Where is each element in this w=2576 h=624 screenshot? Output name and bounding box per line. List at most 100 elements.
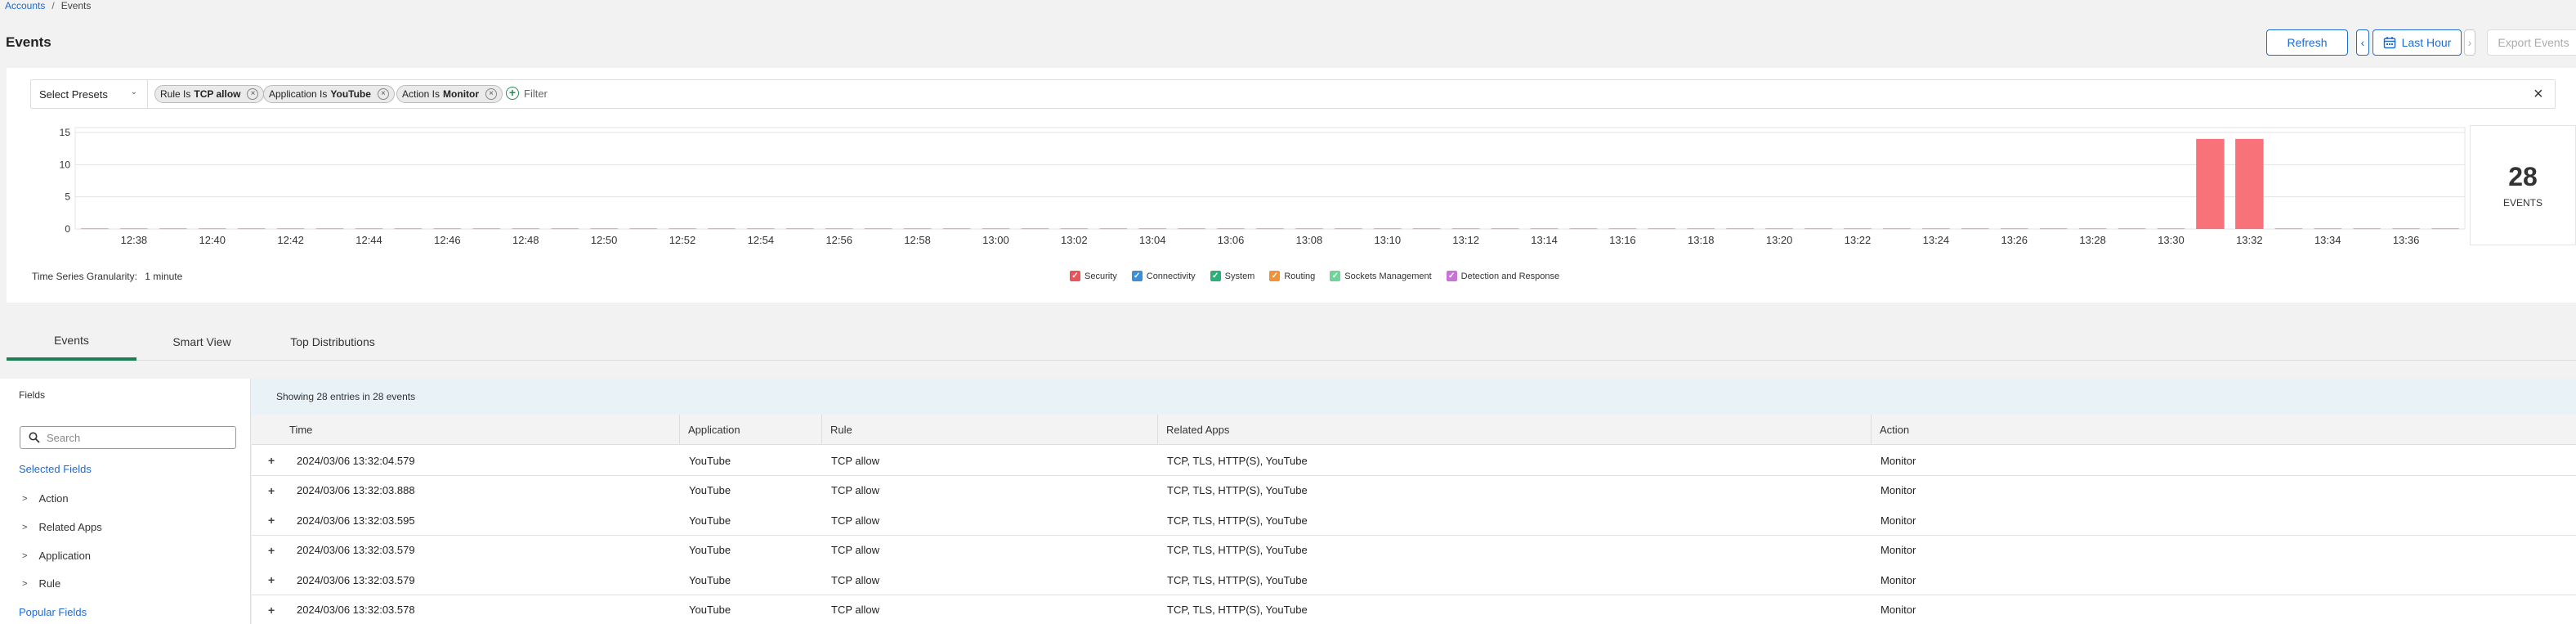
preset-select[interactable]: Select Presets ⌄ (31, 80, 148, 108)
empty-bar (198, 228, 226, 230)
cell-action: Monitor (1881, 514, 1916, 527)
legend-item[interactable]: ✓ System (1210, 271, 1254, 281)
x-tick-label: 13:16 (1609, 234, 1636, 246)
legend-checkbox-icon[interactable]: ✓ (1269, 271, 1281, 281)
expand-row-icon[interactable]: + (268, 536, 275, 565)
bar-1332[interactable] (2235, 138, 2264, 229)
empty-bar (1844, 228, 1872, 230)
empty-bar (1883, 228, 1911, 230)
empty-bar (433, 228, 462, 230)
empty-bar (1451, 228, 1480, 230)
x-tick-label: 13:14 (1531, 234, 1558, 246)
column-header-time[interactable]: Time (281, 415, 312, 445)
field-item-label: Related Apps (38, 521, 102, 533)
empty-bar (1922, 228, 1950, 230)
x-tick-label: 13:36 (2393, 234, 2420, 246)
expand-row-icon[interactable]: + (268, 446, 275, 475)
empty-bar (629, 228, 657, 230)
empty-bar (81, 228, 109, 230)
tab-top-distributions[interactable]: Top Distributions (267, 323, 398, 361)
table-row[interactable]: +2024/03/06 13:32:03.579 YouTube TCP allow… (252, 565, 2576, 595)
chevron-right-icon: > (22, 522, 28, 532)
field-item-action[interactable]: > Action (22, 492, 69, 505)
expand-row-icon[interactable]: + (268, 505, 275, 535)
legend-checkbox-icon[interactable]: ✓ (1446, 271, 1457, 281)
filter-chip-rule[interactable]: Rule Is TCP allow × (154, 85, 265, 103)
breadcrumb-accounts-link[interactable]: Accounts (5, 0, 45, 13)
cell-action: Monitor (1881, 604, 1916, 616)
legend-label: Security (1085, 271, 1117, 281)
table-row[interactable]: +2024/03/06 13:32:03.578 YouTube TCP allow… (252, 595, 2576, 624)
previous-range-button[interactable]: ‹ (2356, 29, 2369, 56)
legend-checkbox-icon[interactable]: ✓ (1330, 271, 1341, 281)
next-range-button[interactable]: › (2464, 29, 2475, 56)
column-header-related-apps[interactable]: Related Apps (1157, 415, 1229, 445)
empty-bar (2157, 228, 2185, 230)
empty-bar (590, 228, 618, 230)
legend-item[interactable]: ✓ Security (1070, 271, 1117, 281)
empty-bar (1608, 228, 1637, 230)
column-header-action[interactable]: Action (1871, 415, 1909, 445)
empty-bar (159, 228, 187, 230)
chevron-down-icon: ⌄ (130, 88, 137, 97)
empty-bar (942, 228, 971, 230)
remove-chip-icon[interactable]: × (485, 88, 498, 100)
expand-row-icon[interactable]: + (268, 565, 275, 595)
table-row[interactable]: +2024/03/06 13:32:03.579 YouTube TCP allow… (252, 535, 2576, 566)
tab-events[interactable]: Events (7, 323, 136, 361)
empty-bar (1021, 228, 1049, 230)
cell-application: YouTube (689, 604, 731, 616)
column-header-rule[interactable]: Rule (821, 415, 852, 445)
legend-checkbox-icon[interactable]: ✓ (1210, 271, 1221, 281)
empty-bar (1138, 228, 1166, 230)
empty-bar (669, 228, 696, 230)
empty-bar (1491, 228, 1519, 230)
bar-1331[interactable] (2196, 138, 2225, 229)
empty-bar (903, 228, 932, 230)
x-tick-label: 12:46 (434, 234, 461, 246)
time-range-button[interactable]: Last Hour (2373, 29, 2462, 56)
clear-filters-icon[interactable]: × (2534, 85, 2543, 104)
cell-time: 2024/03/06 13:32:04.579 (297, 454, 415, 467)
cell-action: Monitor (1881, 484, 1916, 496)
legend-checkbox-icon[interactable]: ✓ (1070, 271, 1080, 281)
empty-bar (237, 228, 266, 230)
column-header-application[interactable]: Application (679, 415, 740, 445)
field-item-rule[interactable]: > Rule (22, 577, 60, 590)
remove-chip-icon[interactable]: × (247, 88, 259, 100)
refresh-button[interactable]: Refresh (2266, 29, 2348, 56)
cell-related-apps: TCP, TLS, HTTP(S), YouTube (1167, 573, 1308, 586)
filter-chip-application[interactable]: Application Is YouTube × (263, 85, 395, 103)
export-events-button[interactable]: Export Events (2487, 29, 2576, 56)
legend-item[interactable]: ✓ Detection and Response (1446, 271, 1560, 281)
legend-item[interactable]: ✓ Sockets Management (1330, 271, 1432, 281)
legend-label: Sockets Management (1344, 271, 1432, 281)
tab-smart-view[interactable]: Smart View (136, 323, 267, 361)
x-tick-label: 13:30 (2158, 234, 2185, 246)
empty-bar (2392, 228, 2420, 230)
empty-bar (1060, 228, 1089, 230)
legend-label: Detection and Response (1460, 271, 1560, 281)
expand-row-icon[interactable]: + (268, 476, 275, 505)
field-item-related-apps[interactable]: > Related Apps (22, 521, 102, 533)
x-tick-label: 12:54 (748, 234, 775, 246)
legend-item[interactable]: ✓ Routing (1269, 271, 1315, 281)
fields-search-input[interactable] (47, 431, 226, 444)
popular-fields-title: Popular Fields (19, 606, 87, 618)
table-row[interactable]: +2024/03/06 13:32:04.579 YouTube TCP allow… (252, 446, 2576, 476)
table-row[interactable]: +2024/03/06 13:32:03.888 YouTube TCP allow… (252, 475, 2576, 506)
x-tick-label: 13:12 (1452, 234, 1479, 246)
preset-select-label: Select Presets (39, 88, 108, 101)
expand-row-icon[interactable]: + (268, 595, 275, 624)
fields-search[interactable] (20, 426, 236, 449)
legend-checkbox-icon[interactable]: ✓ (1131, 271, 1143, 281)
field-item-application[interactable]: > Application (22, 550, 91, 562)
cell-time: 2024/03/06 13:32:03.579 (297, 544, 415, 556)
remove-chip-icon[interactable]: × (377, 88, 389, 100)
legend-item[interactable]: ✓ Connectivity (1131, 271, 1196, 281)
add-filter-button[interactable]: + Filter (506, 87, 548, 100)
filter-chip-action[interactable]: Action Is Monitor × (396, 85, 503, 103)
table-row[interactable]: +2024/03/06 13:32:03.595 YouTube TCP allow… (252, 505, 2576, 536)
events-total-count: 28 (2508, 162, 2538, 191)
add-filter-label: Filter (524, 87, 548, 100)
